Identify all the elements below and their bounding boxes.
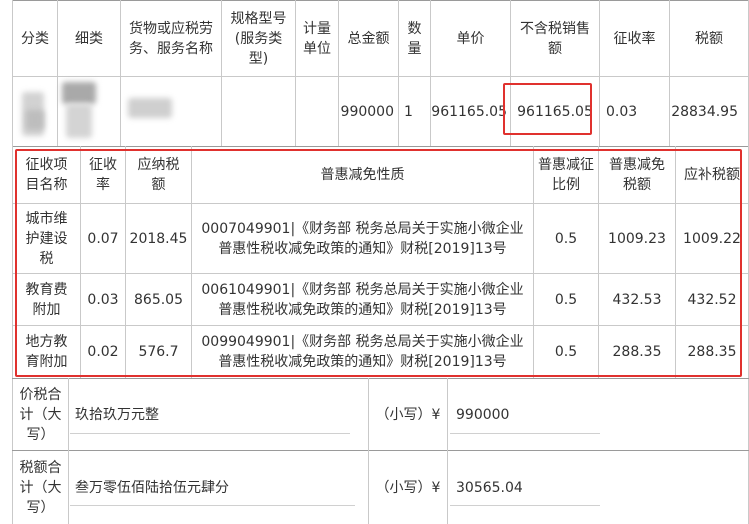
surcharge-header-supplement: 应补税额 — [684, 167, 740, 183]
surcharge-name: 教育费附加 — [25, 281, 68, 318]
price-tax-total-lower: 990000 — [456, 407, 510, 423]
surcharge-header-rate: 征收率 — [89, 157, 117, 193]
item-unit-price: 961165.05 — [431, 103, 507, 120]
item-tax: 28834.95 — [671, 103, 738, 120]
surcharge-header-payable: 应纳税额 — [137, 157, 180, 193]
item-quantity: 1 — [404, 103, 413, 120]
surcharge-nature: 0007049901|《财务部 税务总局关于实施小微企业普惠性税收减免政策的通知… — [201, 220, 524, 257]
price-tax-total-label: 价税合计（大写） — [19, 386, 62, 443]
header-subcategory: 细类 — [75, 30, 103, 47]
surcharge-reduction: 288.35 — [612, 344, 662, 360]
surcharge-reduction: 432.53 — [612, 291, 662, 308]
surcharge-supplement: 288.35 — [687, 344, 737, 360]
tax-total-lower: 30565.04 — [456, 480, 523, 496]
surcharge-supplement: 432.52 — [687, 291, 737, 308]
surcharge-name: 城市维护建设税 — [25, 210, 68, 267]
item-tax-rate: 0.03 — [606, 103, 638, 120]
surcharge-rate: 0.03 — [87, 291, 119, 308]
surcharge-reduction: 1009.23 — [608, 230, 666, 247]
item-total-amount: 990000 — [340, 103, 394, 120]
surcharge-nature: 0061049901|《财务部 税务总局关于实施小微企业普惠性税收减免政策的通知… — [201, 281, 524, 318]
surcharge-rate: 0.07 — [87, 230, 119, 247]
header-spec-model: 规格型号(服务类型) — [230, 10, 287, 67]
price-tax-lower-underline — [450, 433, 600, 434]
surcharge-ratio: 0.5 — [554, 230, 578, 247]
header-total-amount: 总金额 — [347, 30, 390, 47]
header-unit-price: 单价 — [456, 30, 485, 47]
tax-total-small-label: （小写）¥ — [375, 480, 441, 496]
surcharge-header-name: 征收项目名称 — [25, 157, 68, 193]
surcharge-payable: 865.05 — [134, 291, 183, 308]
surcharge-rate: 0.02 — [87, 344, 119, 360]
surcharge-ratio: 0.5 — [554, 291, 578, 308]
tax-total-upper-underline — [70, 505, 355, 506]
header-category: 分类 — [21, 30, 49, 47]
price-tax-small-label: （小写）¥ — [375, 407, 441, 423]
tax-total-lower-underline — [450, 505, 600, 506]
surcharge-nature: 0099049901|《财务部 税务总局关于实施小微企业普惠性税收减免政策的通知… — [201, 334, 524, 370]
tax-total-upper: 叁万零伍佰陆拾伍元肆分 — [75, 480, 229, 496]
surcharge-payable: 576.7 — [138, 344, 179, 360]
header-tax: 税额 — [695, 30, 723, 47]
surcharge-payable: 2018.45 — [129, 230, 188, 247]
surcharge-header-nature: 普惠减免性质 — [320, 167, 405, 183]
header-tax-rate: 征收率 — [613, 30, 656, 47]
price-tax-total-upper: 玖拾玖万元整 — [75, 407, 159, 423]
surcharge-name: 地方教育附加 — [25, 334, 68, 370]
surcharge-supplement: 1009.22 — [683, 230, 741, 247]
price-tax-upper-underline — [70, 433, 350, 434]
surcharge-header-reduction: 普惠减免税额 — [609, 157, 665, 193]
surcharge-ratio: 0.5 — [554, 344, 578, 360]
tax-total-label: 税额合计（大写） — [19, 459, 62, 516]
highlight-amount-box — [503, 83, 592, 135]
header-amount-excl-tax: 不含税销售额 — [520, 20, 590, 57]
surcharge-header-ratio: 普惠减征比例 — [538, 157, 594, 193]
header-quantity: 数量 — [407, 20, 422, 57]
header-goods-name: 货物或应税劳务、服务名称 — [129, 20, 213, 57]
header-unit: 计量单位 — [303, 20, 331, 57]
